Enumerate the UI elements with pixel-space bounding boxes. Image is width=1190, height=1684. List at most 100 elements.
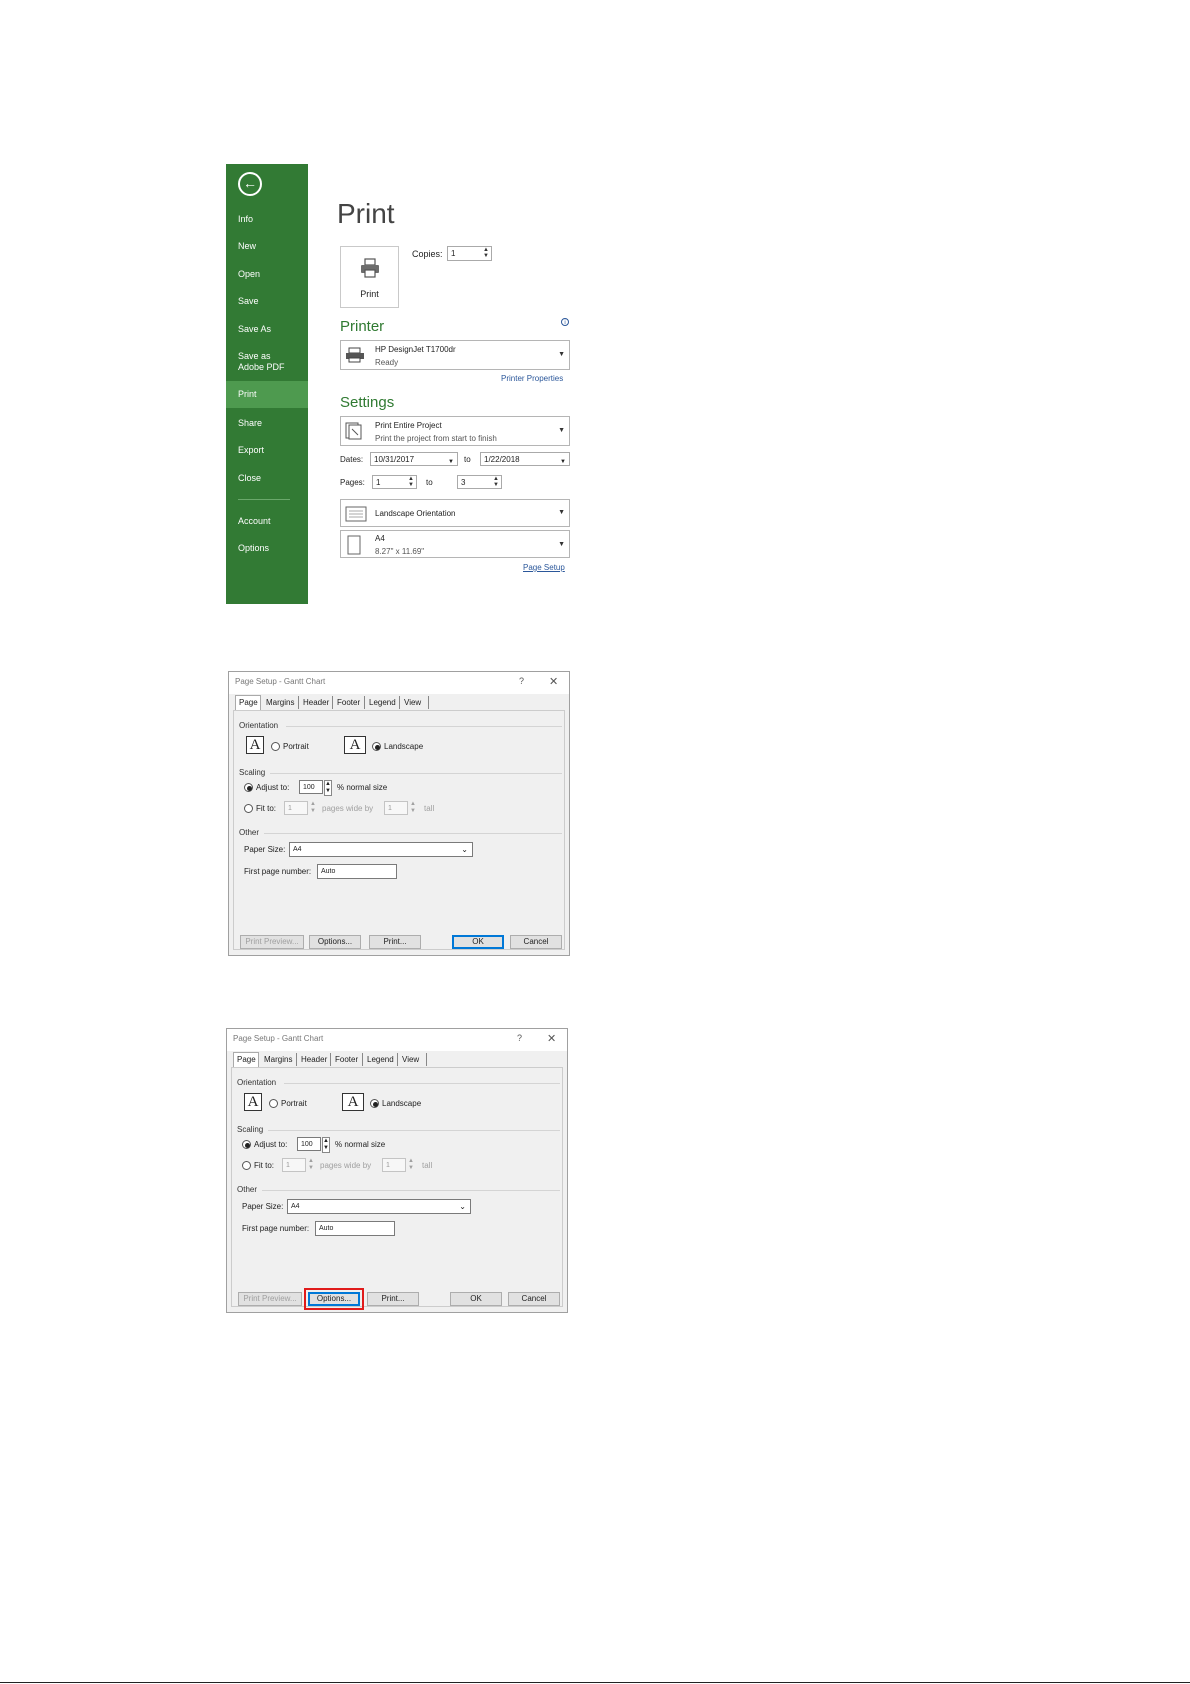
close-icon[interactable]: ✕ bbox=[547, 1032, 556, 1045]
dialog-title: Page Setup - Gantt Chart bbox=[233, 1034, 324, 1043]
nav-item-options[interactable]: Options bbox=[226, 543, 308, 554]
orientation-dropdown[interactable]: Landscape Orientation ▼ bbox=[340, 499, 570, 527]
portrait-radio[interactable] bbox=[269, 1099, 278, 1108]
print-preview-button[interactable]: Print Preview... bbox=[240, 935, 304, 949]
tab-footer[interactable]: Footer bbox=[332, 1053, 363, 1066]
tab-view[interactable]: View bbox=[401, 696, 429, 709]
portrait-label[interactable]: Portrait bbox=[281, 1099, 307, 1108]
nav-item-account[interactable]: Account bbox=[226, 516, 308, 527]
help-icon[interactable]: ? bbox=[519, 676, 524, 686]
print-scope-desc: Print the project from start to finish bbox=[375, 434, 497, 443]
fit-tall-input[interactable]: 1 bbox=[384, 801, 408, 815]
print-preview-button[interactable]: Print Preview... bbox=[238, 1292, 302, 1306]
adjust-to-label[interactable]: Adjust to: bbox=[256, 783, 289, 792]
options-button[interactable]: Options... bbox=[308, 1292, 360, 1306]
tab-header[interactable]: Header bbox=[300, 696, 333, 709]
adjust-to-input[interactable]: 100 bbox=[297, 1137, 321, 1151]
portrait-label[interactable]: Portrait bbox=[283, 742, 309, 751]
paper-size-label: Paper Size: bbox=[242, 1202, 284, 1211]
page-to-spinner[interactable]: 3 ▲ ▼ bbox=[457, 475, 502, 489]
divider bbox=[268, 1130, 560, 1131]
adjust-to-input[interactable]: 100 bbox=[299, 780, 323, 794]
fit-wide-input[interactable]: 1 bbox=[282, 1158, 306, 1172]
fit-to-label[interactable]: Fit to: bbox=[256, 804, 276, 813]
tab-page[interactable]: Page bbox=[235, 695, 261, 710]
dialog-body: Orientation A Portrait A Landscape Scali… bbox=[231, 1067, 563, 1310]
fit-to-label[interactable]: Fit to: bbox=[254, 1161, 274, 1170]
print-scope-dropdown[interactable]: Print Entire Project Print the project f… bbox=[340, 416, 570, 446]
first-page-input[interactable]: Auto bbox=[317, 864, 397, 879]
adjust-to-label[interactable]: Adjust to: bbox=[254, 1140, 287, 1149]
nav-item-close[interactable]: Close bbox=[226, 473, 308, 484]
cancel-button[interactable]: Cancel bbox=[508, 1292, 560, 1306]
tab-margins[interactable]: Margins bbox=[261, 1053, 297, 1066]
tab-legend[interactable]: Legend bbox=[366, 696, 400, 709]
nav-item-save-as-pdf[interactable]: Save as Adobe PDF bbox=[226, 351, 296, 373]
landscape-label[interactable]: Landscape bbox=[384, 742, 423, 751]
spinner-arrows-icon[interactable]: ▲ ▼ bbox=[409, 801, 417, 815]
nav-item-info[interactable]: Info bbox=[226, 214, 308, 225]
chevron-down-icon: ⌄ bbox=[461, 845, 468, 854]
nav-item-save[interactable]: Save bbox=[226, 296, 308, 307]
landscape-radio[interactable] bbox=[370, 1099, 379, 1108]
paper-size-select[interactable]: A4 ⌄ bbox=[289, 842, 473, 857]
tab-view[interactable]: View bbox=[399, 1053, 427, 1066]
spinner-arrows-icon[interactable]: ▲ ▼ bbox=[483, 247, 489, 259]
fit-tall-input[interactable]: 1 bbox=[382, 1158, 406, 1172]
chevron-down-icon: ⌄ bbox=[459, 1202, 466, 1211]
fit-wide-input[interactable]: 1 bbox=[284, 801, 308, 815]
nav-item-open[interactable]: Open bbox=[226, 269, 308, 280]
page-from-spinner[interactable]: 1 ▲ ▼ bbox=[372, 475, 417, 489]
spinner-arrows-icon[interactable]: ▲ ▼ bbox=[307, 1158, 315, 1172]
tab-page[interactable]: Page bbox=[233, 1052, 259, 1067]
fit-to-radio[interactable] bbox=[244, 804, 253, 813]
landscape-label[interactable]: Landscape bbox=[382, 1099, 421, 1108]
spinner-arrows-icon[interactable]: ▲ ▼ bbox=[408, 476, 414, 488]
tab-legend[interactable]: Legend bbox=[364, 1053, 398, 1066]
adjust-to-radio[interactable] bbox=[242, 1140, 251, 1149]
page-setup-link[interactable]: Page Setup bbox=[523, 563, 565, 572]
adjust-to-radio[interactable] bbox=[244, 783, 253, 792]
print-dialog-button[interactable]: Print... bbox=[367, 1292, 419, 1306]
ok-button[interactable]: OK bbox=[450, 1292, 502, 1306]
spinner-arrows-icon[interactable]: ▲ ▼ bbox=[407, 1158, 415, 1172]
dialog-titlebar: Page Setup - Gantt Chart ? ✕ bbox=[227, 1029, 567, 1051]
nav-item-new[interactable]: New bbox=[226, 241, 308, 252]
copies-spinner[interactable]: 1 ▲ ▼ bbox=[447, 246, 492, 261]
options-button[interactable]: Options... bbox=[309, 935, 361, 949]
printer-properties-link[interactable]: Printer Properties bbox=[501, 374, 563, 383]
landscape-a-icon: A bbox=[344, 736, 366, 754]
paper-size-dropdown[interactable]: A4 8.27" x 11.69" ▼ bbox=[340, 530, 570, 558]
spinner-arrows-icon[interactable]: ▲ ▼ bbox=[309, 801, 317, 815]
nav-item-print[interactable]: Print bbox=[226, 381, 308, 408]
paper-size-select[interactable]: A4 ⌄ bbox=[287, 1199, 471, 1214]
nav-item-save-as[interactable]: Save As bbox=[226, 324, 308, 335]
tab-footer[interactable]: Footer bbox=[334, 696, 365, 709]
print-dialog-button[interactable]: Print... bbox=[369, 935, 421, 949]
spinner-arrows-icon[interactable]: ▲ ▼ bbox=[324, 780, 332, 796]
close-icon[interactable]: ✕ bbox=[549, 675, 558, 688]
help-icon[interactable]: ? bbox=[517, 1033, 522, 1043]
cancel-button[interactable]: Cancel bbox=[510, 935, 562, 949]
spinner-arrows-icon[interactable]: ▲ ▼ bbox=[493, 476, 499, 488]
scaling-group-label: Scaling bbox=[239, 768, 266, 777]
fit-to-radio[interactable] bbox=[242, 1161, 251, 1170]
nav-item-export[interactable]: Export bbox=[226, 445, 308, 456]
nav-item-share[interactable]: Share bbox=[226, 418, 308, 429]
date-from-dropdown[interactable]: 10/31/2017 ▼ bbox=[370, 452, 458, 466]
pages-label: Pages: bbox=[340, 478, 365, 487]
tab-margins[interactable]: Margins bbox=[263, 696, 299, 709]
landscape-radio[interactable] bbox=[372, 742, 381, 751]
portrait-radio[interactable] bbox=[271, 742, 280, 751]
print-button[interactable]: Print bbox=[340, 246, 399, 308]
back-arrow-icon[interactable]: ← bbox=[238, 172, 262, 196]
ok-button[interactable]: OK bbox=[452, 935, 504, 949]
spinner-arrows-icon[interactable]: ▲ ▼ bbox=[322, 1137, 330, 1153]
portrait-page-icon bbox=[347, 535, 361, 555]
first-page-input[interactable]: Auto bbox=[315, 1221, 395, 1236]
first-page-label: First page number: bbox=[244, 867, 312, 876]
date-to-dropdown[interactable]: 1/22/2018 ▼ bbox=[480, 452, 570, 466]
tab-header[interactable]: Header bbox=[298, 1053, 331, 1066]
printer-dropdown[interactable]: HP DesignJet T1700dr Ready ▼ bbox=[340, 340, 570, 370]
info-icon[interactable]: i bbox=[561, 318, 569, 326]
